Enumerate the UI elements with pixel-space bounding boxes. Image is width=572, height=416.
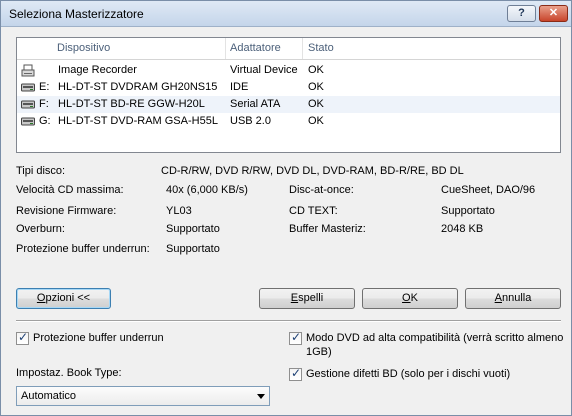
help-button[interactable]: ? — [507, 5, 536, 22]
window-title: Seleziona Masterizzatore — [9, 7, 144, 21]
ok-button[interactable]: OK — [362, 288, 458, 309]
eject-button[interactable]: Espelli — [259, 288, 355, 309]
device-row[interactable]: Image Recorder Virtual Device OK — [17, 62, 560, 79]
dvd-compat-label: Modo DVD ad alta compatibilità (verrà sc… — [306, 332, 564, 344]
disc-types-label: Tipi disco: — [16, 165, 66, 177]
cancel-accesskey: A — [494, 292, 502, 304]
column-header-device[interactable]: Dispositivo — [57, 42, 110, 54]
device-row[interactable]: G: HL-DT-ST DVD-RAM GSA-H55L USB 2.0 OK — [17, 113, 560, 130]
device-status: OK — [308, 98, 324, 110]
optical-drive-icon — [21, 100, 35, 109]
device-name: HL-DT-ST BD-RE GGW-H20L — [58, 98, 205, 110]
device-row-selected[interactable]: F: HL-DT-ST BD-RE GGW-H20L Serial ATA OK — [17, 96, 560, 113]
optical-drive-icon — [21, 83, 35, 92]
options-button[interactable]: Opzioni << — [16, 288, 111, 309]
device-name: Image Recorder — [58, 64, 137, 76]
buffer-label: Buffer Masteriz: — [289, 223, 366, 235]
burner-select-dialog: Seleziona Masterizzatore ? ✕ Dispositivo… — [0, 0, 572, 416]
device-row[interactable]: E: HL-DT-ST DVDRAM GH20NS15 IDE OK — [17, 79, 560, 96]
max-speed-value: 40x (6,000 KB/s) — [166, 184, 248, 196]
bd-defect-label: Gestione difetti BD (solo per i dischi v… — [306, 368, 511, 380]
underrun-value: Supportato — [166, 243, 220, 255]
cancel-button[interactable]: Annulla — [465, 288, 561, 309]
drive-letter: F: — [39, 98, 49, 110]
column-header-adapter[interactable]: Adattatore — [230, 42, 281, 54]
device-adapter: USB 2.0 — [230, 115, 271, 127]
device-status: OK — [308, 115, 324, 127]
max-speed-label: Velocità CD massima: — [16, 184, 124, 196]
cdtext-value: Supportato — [441, 205, 495, 217]
device-status: OK — [308, 81, 324, 93]
dao-label: Disc-at-once: — [289, 184, 354, 196]
underrun-protection-label: Protezione buffer underrun — [33, 332, 164, 344]
buffer-value: 2048 KB — [441, 223, 484, 235]
device-list-header: Dispositivo Adattatore Stato — [17, 38, 560, 60]
drive-letter: E: — [39, 81, 50, 93]
device-adapter: Serial ATA — [230, 98, 281, 110]
firmware-label: Revisione Firmware: — [16, 205, 117, 217]
drive-letter: G: — [39, 115, 51, 127]
overburn-label: Overburn: — [16, 223, 65, 235]
optical-drive-icon — [21, 117, 35, 126]
bd-defect-checkbox[interactable] — [289, 366, 302, 381]
column-header-status[interactable]: Stato — [308, 42, 334, 54]
booktype-label: Impostaz. Book Type: — [16, 367, 122, 379]
cancel-button-label: nnulla — [501, 292, 532, 304]
dao-value: CueSheet, DAO/96 — [441, 184, 536, 196]
device-adapter: Virtual Device — [230, 64, 298, 76]
underrun-protection-checkbox[interactable] — [16, 330, 29, 345]
disc-types-value: CD-R/RW, DVD R/RW, DVD DL, DVD-RAM, BD-R… — [161, 165, 464, 177]
dvd-compat-checkbox[interactable] — [289, 330, 302, 345]
device-name: HL-DT-ST DVD-RAM GSA-H55L — [58, 115, 218, 127]
chevron-down-icon — [257, 394, 265, 399]
ok-accesskey: O — [402, 292, 411, 304]
cdtext-label: CD TEXT: — [289, 205, 338, 217]
divider — [16, 320, 561, 322]
overburn-value: Supportato — [166, 223, 220, 235]
options-button-label: pzioni << — [45, 292, 91, 304]
booktype-select-value: Automatico — [21, 390, 77, 402]
booktype-select[interactable]: Automatico — [16, 386, 270, 406]
firmware-value: YL03 — [166, 205, 192, 217]
eject-button-label: spelli — [298, 292, 324, 304]
ok-button-label: K — [410, 292, 418, 304]
underrun-label: Protezione buffer underrun: — [16, 243, 150, 255]
title-bar: Seleziona Masterizzatore ? ✕ — [1, 1, 571, 27]
device-status: OK — [308, 64, 324, 76]
device-name: HL-DT-ST DVDRAM GH20NS15 — [58, 81, 218, 93]
device-adapter: IDE — [230, 81, 249, 93]
close-button[interactable]: ✕ — [539, 5, 568, 22]
dvd-compat-label-line2: 1GB) — [306, 346, 332, 358]
image-recorder-icon — [21, 64, 35, 77]
device-list[interactable]: Dispositivo Adattatore Stato Image Recor… — [16, 37, 561, 153]
